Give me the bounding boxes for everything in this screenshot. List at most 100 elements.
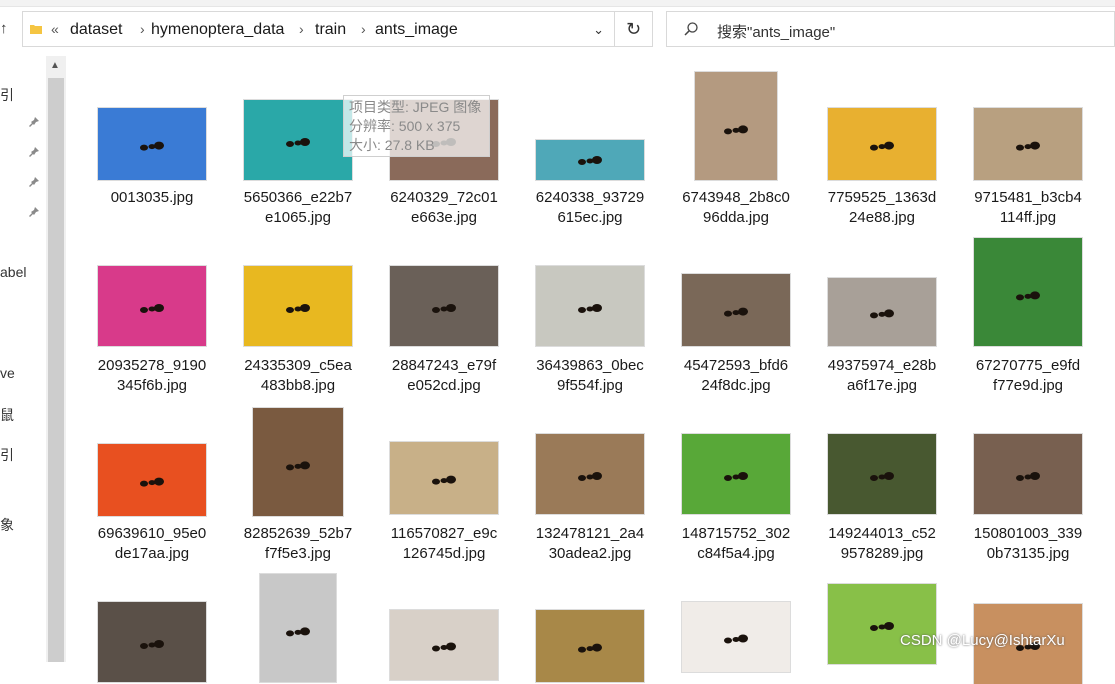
nav-scrollbar[interactable]: ▲ — [46, 56, 66, 662]
file-name[interactable]: 7759525_1363d 24e88.jpg — [809, 188, 955, 228]
nav-item-fragment[interactable]: 鼠 — [0, 405, 14, 425]
file-name[interactable]: 150801003_339 0b73135.jpg — [955, 524, 1101, 564]
file-thumbnail[interactable] — [828, 108, 936, 180]
file-thumbnail[interactable] — [260, 574, 336, 682]
file-name-line1: 24335309_c5ea — [244, 357, 352, 374]
file-name[interactable]: 36439863_0bec 9f554f.jpg — [517, 356, 663, 396]
ant-photo-icon — [432, 475, 456, 485]
search-icon — [684, 22, 698, 36]
nav-item-fragment[interactable]: abel — [0, 264, 26, 280]
tooltip-type: 项目类型: JPEG 图像 — [349, 99, 482, 115]
breadcrumb-ants-image[interactable]: ants_image — [375, 21, 458, 39]
file-name[interactable]: 45472593_bfd6 24f8dc.jpg — [663, 356, 809, 396]
file-thumbnail[interactable] — [98, 266, 206, 346]
file-thumbnail[interactable] — [390, 442, 498, 514]
file-name[interactable]: 116570827_e9c 126745d.jpg — [371, 524, 517, 564]
file-name[interactable]: 6240338_93729 615ec.jpg — [517, 188, 663, 228]
file-name[interactable]: 24335309_c5ea 483bb8.jpg — [225, 356, 371, 396]
overflow-chevron-icon[interactable]: « — [51, 21, 59, 37]
file-name[interactable]: 82852639_52b7 f7f5e3.jpg — [225, 524, 371, 564]
tooltip-size: 大小: 27.8 KB — [349, 137, 435, 153]
ant-photo-icon — [578, 472, 602, 481]
pin-icon[interactable] — [28, 206, 40, 218]
file-name-line1: 6240329_72c01 — [390, 189, 498, 206]
file-thumbnail[interactable] — [390, 266, 498, 346]
nav-item-fragment[interactable]: 引 — [0, 445, 14, 465]
file-thumbnail[interactable] — [974, 108, 1082, 180]
breadcrumb-dataset[interactable]: dataset — [70, 21, 122, 39]
pin-icon[interactable] — [28, 146, 40, 158]
file-thumbnail[interactable] — [244, 100, 352, 180]
file-name[interactable]: 49375974_e28b a6f17e.jpg — [809, 356, 955, 396]
file-name-line2: 126745d.jpg — [402, 545, 486, 562]
search-box[interactable]: 搜索"ants_image" — [666, 11, 1115, 47]
pin-icon[interactable] — [28, 116, 40, 128]
ant-photo-icon — [140, 640, 164, 649]
ant-photo-icon — [578, 156, 602, 165]
file-name-line2: 114ff.jpg — [999, 209, 1057, 226]
file-name-line2: f77e9d.jpg — [992, 377, 1064, 394]
file-name[interactable]: 67270775_e9fd f77e9d.jpg — [955, 356, 1101, 396]
file-name[interactable]: 149244013_c52 9578289.jpg — [809, 524, 955, 564]
breadcrumb-train[interactable]: train — [315, 21, 346, 39]
breadcrumb-separator-icon[interactable]: › — [299, 21, 304, 37]
up-arrow-icon[interactable]: ↑ — [0, 20, 8, 37]
file-name[interactable]: 6743948_2b8c0 96dda.jpg — [663, 188, 809, 228]
file-thumbnail[interactable] — [244, 266, 352, 346]
tooltip-resolution: 分辨率: 500 x 375 — [349, 118, 461, 134]
file-thumbnail[interactable] — [974, 238, 1082, 346]
file-name[interactable]: 28847243_e79f e052cd.jpg — [371, 356, 517, 396]
file-thumbnail[interactable] — [974, 434, 1082, 514]
file-thumbnail[interactable] — [828, 278, 936, 346]
file-thumbnail[interactable] — [390, 610, 498, 680]
file-thumbnail[interactable] — [682, 434, 790, 514]
file-name-line1: 67270775_e9fd — [975, 357, 1081, 374]
file-name-line2: 345f6b.jpg — [116, 377, 188, 394]
file-name-line2: 24f8dc.jpg — [701, 377, 771, 394]
scroll-up-arrow-icon[interactable]: ▲ — [50, 60, 60, 71]
file-thumbnail[interactable] — [828, 434, 936, 514]
file-thumbnail[interactable] — [98, 602, 206, 682]
file-name-line2: e052cd.jpg — [407, 377, 481, 394]
folder-icon — [30, 25, 42, 34]
file-thumbnail[interactable] — [536, 610, 644, 682]
breadcrumb-separator-icon[interactable]: › — [140, 21, 145, 37]
file-name[interactable]: 0013035.jpg — [79, 188, 225, 208]
file-thumbnail[interactable] — [98, 444, 206, 516]
file-thumbnail[interactable] — [98, 108, 206, 180]
file-thumbnail[interactable] — [682, 274, 790, 346]
breadcrumb-separator-icon[interactable]: › — [361, 21, 366, 37]
file-thumbnail[interactable] — [828, 584, 936, 664]
file-name-line1: 49375974_e28b — [827, 357, 937, 374]
breadcrumb-hymenoptera-data[interactable]: hymenoptera_data — [151, 21, 284, 39]
file-name[interactable]: 20935278_9190 345f6b.jpg — [79, 356, 225, 396]
refresh-button[interactable]: ↻ — [615, 11, 653, 47]
nav-item-fragment[interactable]: ve — [0, 365, 15, 381]
file-name-line1: 69639610_95e0 — [97, 525, 207, 542]
history-dropdown-icon[interactable]: ⌄ — [593, 22, 604, 38]
file-name[interactable]: 5650366_e22b7 e1065.jpg — [225, 188, 371, 228]
file-name[interactable]: 6240329_72c01 e663e.jpg — [371, 188, 517, 228]
file-name[interactable]: 69639610_95e0 de17aa.jpg — [79, 524, 225, 564]
scrollbar-thumb[interactable] — [48, 78, 64, 662]
address-bar[interactable]: « dataset › hymenoptera_data › train › a… — [22, 11, 615, 47]
file-thumbnail[interactable] — [536, 434, 644, 514]
ant-photo-icon — [870, 309, 894, 319]
file-name-line2: de17aa.jpg — [114, 545, 190, 562]
file-name[interactable]: 148715752_302 c84f5a4.jpg — [663, 524, 809, 564]
ant-photo-icon — [1016, 291, 1040, 301]
ant-photo-icon — [578, 643, 602, 653]
file-thumbnail[interactable] — [253, 408, 343, 516]
file-thumbnail[interactable] — [695, 72, 777, 180]
nav-item-fragment[interactable]: 象 — [0, 515, 14, 535]
file-name-line1: 20935278_9190 — [97, 357, 207, 374]
pin-icon[interactable] — [28, 176, 40, 188]
tooltip: 项目类型: JPEG 图像 分辨率: 500 x 375 大小: 27.8 KB — [343, 95, 490, 157]
ant-photo-icon — [286, 461, 310, 471]
ant-photo-icon — [432, 304, 456, 313]
file-thumbnail[interactable] — [536, 140, 644, 180]
file-name[interactable]: 9715481_b3cb4 114ff.jpg — [955, 188, 1101, 228]
file-thumbnail[interactable] — [536, 266, 644, 346]
file-name[interactable]: 132478121_2a4 30adea2.jpg — [517, 524, 663, 564]
nav-item-fragment[interactable]: 引 — [0, 85, 14, 105]
